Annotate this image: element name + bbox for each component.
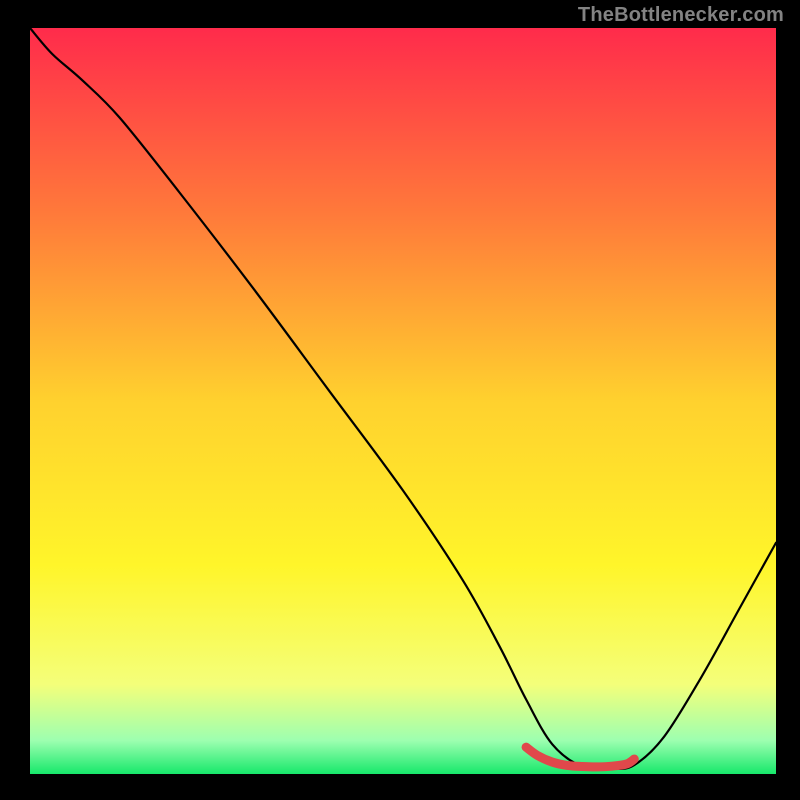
watermark-text: TheBottlenecker.com <box>578 4 784 27</box>
plot-background <box>30 28 776 774</box>
chart-container: TheBottlenecker.com <box>0 0 800 800</box>
chart-svg <box>0 0 800 800</box>
